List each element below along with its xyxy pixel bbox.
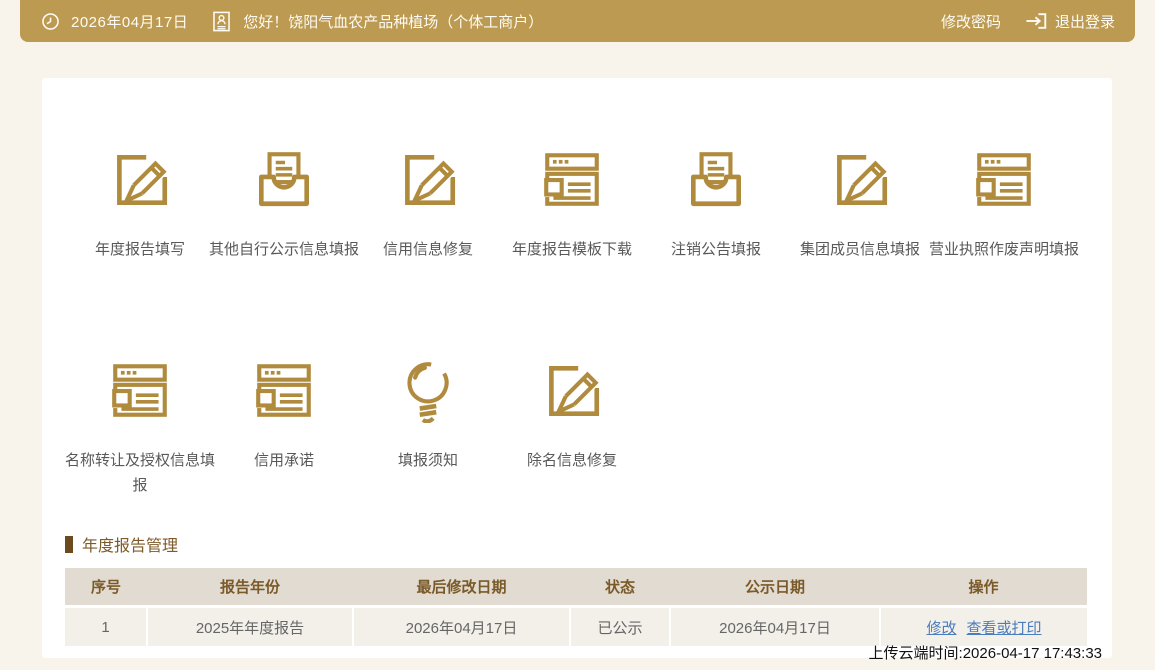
edit-pencil-icon	[107, 146, 173, 212]
inbox-document-icon	[251, 146, 317, 212]
menu-item-label: 除名信息修复	[526, 451, 617, 469]
menu-item-label: 营业执照作废声明填报	[928, 241, 1079, 258]
col-header-actions: 操作	[880, 568, 1087, 607]
menu-item-filing-instructions[interactable]: 填报须知	[356, 357, 500, 499]
menu-item-removal-info-repair[interactable]: 除名信息修复	[500, 357, 644, 499]
webpage-form-icon	[539, 146, 605, 212]
current-date: 2026年04月17日	[71, 13, 189, 31]
inbox-document-icon	[683, 146, 749, 212]
menu-item-annual-report-fill[interactable]: 年度报告填写	[68, 146, 212, 263]
edit-pencil-icon	[395, 146, 461, 212]
cell-publish-date: 2026年04月17日	[669, 604, 880, 647]
col-header-status: 状态	[570, 568, 670, 607]
menu-item-label: 填报须知	[397, 451, 458, 469]
upload-cloud-time: 上传云端时间:2026-04-17 17:43:33	[868, 645, 1102, 662]
webpage-form-icon	[251, 357, 317, 423]
menu-item-label: 年度报告模板下载	[511, 241, 632, 258]
menu-item-label: 信用承诺	[253, 451, 314, 469]
menu-item-label: 信用信息修复	[382, 241, 473, 258]
section-title-text: 年度报告管理	[82, 538, 179, 556]
cell-actions: 修改 查看或打印	[879, 604, 1087, 647]
col-header-last-modified: 最后修改日期	[353, 568, 570, 607]
logout-icon[interactable]	[1023, 9, 1047, 33]
lightbulb-icon	[395, 357, 461, 423]
user-greeting: 您好！饶阳气血农产品种植场（个体工商户）	[243, 13, 544, 31]
cell-status: 已公示	[569, 604, 670, 647]
menu-item-name-transfer-authorization[interactable]: 名称转让及授权信息填报	[65, 357, 215, 499]
edit-pencil-icon	[539, 357, 605, 423]
menu-item-cancellation-announcement[interactable]: 注销公告填报	[644, 146, 788, 263]
cell-last-modified: 2026年04月17日	[352, 604, 570, 647]
col-header-seq: 序号	[65, 568, 147, 607]
menu-item-label: 年度报告填写	[94, 241, 185, 258]
top-bar: 2026年04月17日 您好！饶阳气血农产品种植场（个体工商户） 修改密码 退出…	[20, 0, 1135, 42]
business-license-icon	[212, 10, 231, 33]
edit-report-link[interactable]: 修改	[926, 620, 956, 637]
annual-report-section-title: 年度报告管理	[65, 532, 1112, 556]
main-panel: 年度报告填写 其他自行公示信息填报 信用信息修复 年度报告模板下载 注销公告填报…	[42, 78, 1112, 658]
menu-item-group-member-info[interactable]: 集团成员信息填报	[788, 146, 932, 263]
menu-item-label: 注销公告填报	[670, 241, 761, 258]
clock-icon	[40, 11, 61, 32]
cell-seq: 1	[65, 604, 147, 647]
webpage-form-icon	[971, 146, 1037, 212]
edit-pencil-icon	[827, 146, 893, 212]
annual-report-table: 序号 报告年份 最后修改日期 状态 公示日期 操作 1 2025年年度报告 20…	[65, 568, 1087, 647]
menu-item-credit-commitment[interactable]: 信用承诺	[212, 357, 356, 499]
col-header-publish-date: 公示日期	[670, 568, 880, 607]
menu-row-2: 名称转让及授权信息填报 信用承诺 填报须知 除名信息修复	[42, 263, 1112, 499]
menu-item-label: 名称转让及授权信息填报	[64, 451, 215, 494]
view-print-link[interactable]: 查看或打印	[967, 620, 1042, 637]
webpage-form-icon	[107, 357, 173, 423]
menu-item-label: 其他自行公示信息填报	[208, 241, 359, 258]
change-password-link[interactable]: 修改密码	[941, 11, 1001, 32]
col-header-report-year: 报告年份	[147, 568, 353, 607]
table-row: 1 2025年年度报告 2026年04月17日 已公示 2026年04月17日 …	[65, 604, 1087, 647]
menu-row-1: 年度报告填写 其他自行公示信息填报 信用信息修复 年度报告模板下载 注销公告填报…	[42, 78, 1112, 263]
menu-item-license-invalidation-statement[interactable]: 营业执照作废声明填报	[929, 146, 1079, 263]
logout-link[interactable]: 退出登录	[1055, 11, 1115, 32]
cell-report-year: 2025年年度报告	[146, 604, 353, 647]
menu-item-credit-repair[interactable]: 信用信息修复	[356, 146, 500, 263]
menu-item-label: 集团成员信息填报	[799, 241, 920, 258]
menu-item-annual-report-template-download[interactable]: 年度报告模板下载	[500, 146, 644, 263]
title-marker	[65, 535, 73, 553]
table-header-row: 序号 报告年份 最后修改日期 状态 公示日期 操作	[65, 568, 1087, 607]
menu-item-other-self-publicity[interactable]: 其他自行公示信息填报	[209, 146, 359, 263]
